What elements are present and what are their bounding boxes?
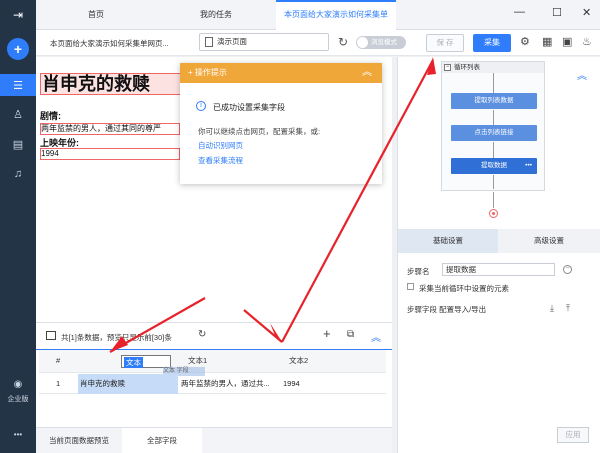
movie-title[interactable]: 肖申克的救赎 [40,73,183,95]
year-value[interactable]: 1994 [40,148,180,160]
sidebar-item-users[interactable]: ♙ [0,104,36,124]
more-menu-button[interactable]: ••• [0,428,36,440]
flow-arrow [493,73,494,93]
settings-tabs: 基础设置 高级设置 [398,229,600,253]
col-text-header-label[interactable]: 文本 [124,357,143,368]
toggle-label: 浏览模式 [371,39,397,46]
loop-label: 循环列表 [454,64,480,71]
plot-text[interactable]: 两年监禁的男人，通过其同的尊严 [40,123,180,135]
tab-bar: 首页 我的任务 本页面给大家演示如何采集单 — ☐ ✕ [36,0,600,30]
step-extract-data-label: 提取数据 [481,162,507,169]
cell-text2[interactable]: 1994 [283,374,343,394]
flow-arrow [493,192,494,208]
account-edition-label[interactable]: 企业版 [0,393,36,405]
tab-current-task[interactable]: 本页面给大家演示如何采集单 [276,0,396,30]
save-button[interactable]: 保 存 [426,34,464,52]
view-flow-link[interactable]: 查看采集流程 [198,155,243,166]
row-index: 1 [56,379,61,388]
step-extract-list[interactable]: 提取列表数据 [451,93,537,109]
collapse-menu-icon[interactable]: ⇥ [0,4,36,26]
url-field[interactable]: 演示页面 [199,33,329,51]
info-icon: i [196,101,206,111]
sidebar-item-support[interactable]: ♫ [0,164,36,184]
account-icon[interactable]: ◉ [0,377,36,391]
tab-my-tasks[interactable]: 我的任务 [156,0,276,30]
flow-end-icon [489,209,498,218]
bottom-tabs: 当前页面数据预览 全部字段 [36,427,392,453]
sidebar-item-docs[interactable]: ▤ [0,134,36,154]
loop-header: − 循环列表 [442,62,544,73]
tab-basic-settings[interactable]: 基础设置 [398,229,498,253]
apply-button[interactable]: 应用 [557,427,589,443]
task-title: 本页面给大家演示如何采集单网页... [50,39,169,48]
step-name-input[interactable]: 提取数据 [442,263,555,276]
flow-arrow [493,142,494,158]
col-text2-header[interactable]: 文本2 [289,350,308,372]
step-more-icon[interactable]: ••• [525,158,532,174]
step-click-link[interactable]: 点击列表链接 [451,125,537,141]
data-count-info: 共[1]条数据，预览只显示前[30]条 [61,333,172,342]
step-name-label: 步骤名 [407,267,430,276]
plus-icon: + [188,68,195,77]
plot-label[interactable]: 剧情: [40,109,61,122]
add-task-button[interactable]: + [7,38,29,60]
collect-button[interactable]: 采集 [473,34,511,52]
book-icon: ▤ [12,138,24,151]
table-icon[interactable]: ▦ [542,35,552,48]
tab-home[interactable]: 首页 [36,0,156,30]
cell-text1[interactable]: 两年监禁的男人，通过共... [181,374,281,394]
tip-hint-text: 你可以继续点击网页，配置采集，或: [198,127,321,136]
data-preview-panel: 共[1]条数据，预览只显示前[30]条 ↻ + ⧉ ︽ # 文本 文本1 文本2… [36,322,392,427]
image-icon[interactable]: ▣ [562,35,572,48]
left-sidebar: ⇥ + ☰ ♙ ▤ ♫ ◉ 企业版 ••• [0,0,36,453]
tab-advanced-settings[interactable]: 高级设置 [498,229,600,253]
flow-arrow [493,175,494,189]
toolbar: 本页面给大家演示如何采集单网页... 演示页面 ↻ 浏览模式 保 存 采集 ⚙ … [36,30,600,56]
lightbulb-icon[interactable]: ♨ [582,35,592,48]
headset-icon: ♫ [13,168,23,180]
add-field-icon[interactable]: + [323,326,331,341]
table-icon [46,331,56,340]
grid-header-row [39,350,386,373]
close-icon[interactable]: ✕ [582,6,591,19]
operation-tip-popup: + 操作提示 ︽ i 已成功设置采集字段 你可以继续点击网页，配置采集，或: 自… [180,63,382,184]
users-icon: ♙ [13,108,23,121]
toggle-knob [357,37,368,48]
minus-circle-icon[interactable]: − [563,265,572,274]
auto-detect-link[interactable]: 自动识别网页 [198,140,243,151]
minimize-icon[interactable]: — [514,6,525,18]
page-icon [205,37,213,47]
collapse-up-icon[interactable]: ︽ [362,63,372,83]
cell-text[interactable]: 肖申克的救赎 [78,374,178,394]
collapse-up-icon[interactable]: ︽ [577,67,587,82]
collapse-up-icon[interactable]: ︽ [371,329,381,344]
tip-header: + 操作提示 ︽ [180,63,382,83]
sidebar-item-tasks[interactable]: ☰ [0,74,36,96]
import-icon[interactable]: ⤓ [550,303,554,314]
flow-arrow [493,110,494,125]
browse-mode-toggle[interactable]: 浏览模式 [356,36,406,49]
tip-title: 操作提示 [194,68,227,77]
copy-icon[interactable]: ⧉ [347,329,354,340]
collapse-minus-icon[interactable]: − [444,64,451,71]
fields-config-label: 步骤字段 配置导入/导出 [407,305,487,314]
url-value: 演示页面 [217,37,247,46]
loop-elements-checkbox[interactable] [407,283,414,290]
step-extract-data[interactable]: 提取数据 ••• [451,158,537,174]
refresh-icon[interactable]: ↻ [338,35,348,49]
list-icon: ☰ [13,79,23,92]
refresh-icon[interactable]: ↻ [198,329,206,340]
col-index-header: # [56,356,61,365]
export-icon[interactable]: ⤒ [566,303,570,314]
tip-success-text: 已成功设置采集字段 [213,103,285,112]
checkbox-label: 采集当前循环中设置的元素 [419,284,509,293]
gear-icon[interactable]: ⚙ [520,35,530,48]
data-panel-header: 共[1]条数据，预览只显示前[30]条 ↻ + ⧉ ︽ [36,323,392,349]
tab-current-data[interactable]: 当前页面数据预览 [36,428,122,453]
tab-all-fields[interactable]: 全部字段 [122,428,202,453]
maximize-icon[interactable]: ☐ [552,6,562,19]
